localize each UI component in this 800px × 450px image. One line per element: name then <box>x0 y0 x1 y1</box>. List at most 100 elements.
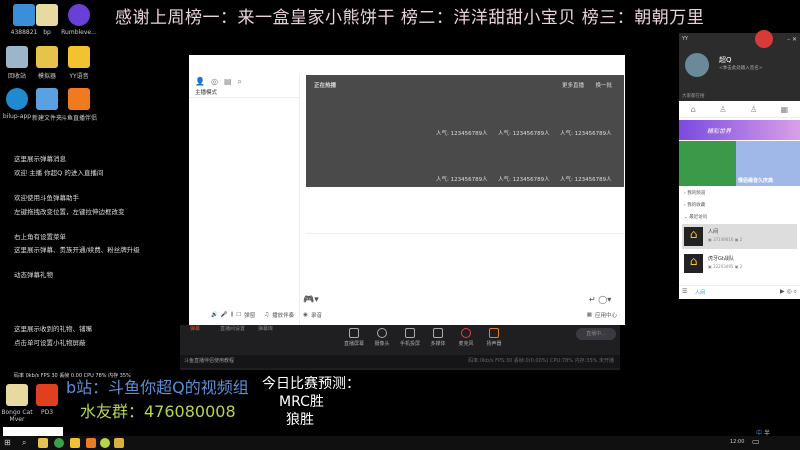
desktop-icon[interactable]: YY语音 <box>57 46 101 80</box>
record-icon[interactable]: ◉ <box>303 312 308 318</box>
overlay-line: 欢迎 主播 你超Q 的进入直播间 <box>14 169 104 177</box>
equalizer-icon[interactable]: ⫼ <box>231 312 234 319</box>
bilibili-text: b站：斗鱼你超Q的视频组 <box>66 378 249 397</box>
window-controls[interactable]: – ✕ <box>787 36 797 43</box>
tool-media[interactable]: 多媒体 <box>424 328 452 347</box>
accompaniment-label[interactable]: 播放伴奏 <box>272 311 294 319</box>
recent-item[interactable]: ⌂ 人间 ▣ 37149016 ▣ 2 <box>682 224 797 249</box>
bottom-toolbar: 🔊 🎤 ⫼ ☐ 弹窗 ♫ 播放伴奏 ◉ 录音 <box>211 311 322 320</box>
app-tab[interactable]: 弹幕 <box>190 325 200 332</box>
tool-screen[interactable]: 直播屏幕 <box>340 328 368 347</box>
search-icon[interactable]: ⌕ <box>238 77 242 87</box>
channel-meta: ▣ 37149016 ▣ 2 <box>708 237 743 242</box>
location-icon[interactable]: ◎ <box>211 77 218 87</box>
explorer-icon[interactable] <box>38 438 48 448</box>
tool-camera[interactable]: 摄像头 <box>368 328 396 347</box>
popularity: 人气: 123456789人 <box>436 131 488 137</box>
channel-name: 人间 <box>708 229 719 235</box>
app-center-label: 应用中心 <box>594 313 617 319</box>
gamepad-icon[interactable]: 🎮▾ <box>303 295 319 305</box>
menu-channels[interactable]: › 我的频道 <box>684 190 705 196</box>
popularity: 人气: 123456789人 <box>560 177 612 183</box>
overlay-line: 这里展示收到的礼物、铺嘴 <box>14 325 92 333</box>
tool-phone[interactable]: 手机投屏 <box>396 328 424 347</box>
contact-tab-icon[interactable]: ♙ <box>750 105 757 114</box>
record-label[interactable]: 录音 <box>311 311 322 319</box>
active-app-icon[interactable] <box>114 438 124 448</box>
channel-meta: ▣ 22203495 ▣ 2 <box>708 264 743 269</box>
promo-image[interactable]: 情侣缘音久庆典 <box>736 141 800 186</box>
app-icon[interactable] <box>100 438 110 448</box>
app-tab[interactable]: 直播间设置 <box>220 325 245 332</box>
search-hint[interactable]: 大家都在搜 <box>682 93 705 99</box>
signature[interactable]: <季击此处输入签名> <box>719 65 763 71</box>
apps-tab-icon[interactable]: ▦ <box>781 105 789 114</box>
overlay-line: 点击单可设置小礼物屏蔽 <box>14 339 86 347</box>
menu-recent[interactable]: ⌄ 最近访问 <box>684 214 707 220</box>
home-tab-icon[interactable]: ⌂ <box>691 105 696 114</box>
overlay-line: 欢迎使用斗鱼弹幕助手 <box>14 194 79 202</box>
notice[interactable]: 斗鱼直播伴侣使用教程 <box>184 357 234 364</box>
tool-speaker[interactable]: 扬声器 <box>480 328 508 347</box>
user-icon[interactable]: 👤 <box>195 77 205 87</box>
popup-icon[interactable]: ☐ <box>236 312 241 318</box>
menu-icon[interactable]: ☰ <box>682 288 687 295</box>
menu-favorites[interactable]: › 我的收藏 <box>684 202 705 208</box>
tool-mic[interactable]: 麦克风 <box>452 328 480 347</box>
start-live-button[interactable]: 直播中... <box>576 328 616 340</box>
panel-footer: ☰ 人间 ▶ ◎ ⌕ <box>679 285 800 299</box>
promo-image[interactable] <box>679 141 736 186</box>
channel-name: 虎牙Gt战队 <box>708 256 734 262</box>
tool-label: 扬声器 <box>486 341 502 347</box>
desktop-icon[interactable]: 斗鱼直播伴侣 <box>57 88 101 122</box>
icon-label: 模拟器 <box>37 73 56 80</box>
avatar[interactable] <box>685 53 709 77</box>
douyu-icon[interactable] <box>86 438 96 448</box>
app-name: YY <box>682 36 689 42</box>
desktop-icon[interactable]: PD3 <box>25 384 69 416</box>
popularity: 人气: 123456789人 <box>498 177 550 183</box>
search-icon[interactable]: ⌕ <box>22 438 26 448</box>
overlay-line: 这里展示弹幕消息 <box>14 155 66 163</box>
notification-icon[interactable]: ▭ <box>752 437 760 446</box>
channel-logo: ⌂ <box>684 227 703 246</box>
overlay-line: 动态弹幕礼物 <box>14 271 53 279</box>
more-live-link[interactable]: 更多直播 <box>562 81 584 89</box>
promo-banner[interactable]: 精彩世界 <box>679 120 800 140</box>
record-badge-icon[interactable] <box>755 30 773 48</box>
current-channel[interactable]: 人间 <box>695 289 705 296</box>
clock[interactable]: 12:00 <box>730 439 744 445</box>
footer-icons[interactable]: ▶ ◎ ⌕ <box>780 288 797 296</box>
app-status: 码率:0kb/s FPS:30 丢帧:0(0.00%) CPU:78% 内存:3… <box>468 358 614 364</box>
send-options-icon[interactable]: ↵ ◯▾ <box>589 295 611 304</box>
popup-label[interactable]: 弹窗 <box>244 311 255 319</box>
grid-icon: ▦ <box>586 312 592 318</box>
refresh-link[interactable]: 换一批 <box>595 81 612 89</box>
banner-title: 精彩世界 <box>707 128 732 135</box>
app-tab[interactable]: 弹幕库 <box>258 325 273 332</box>
desktop-icon[interactable]: Rumbleve... <box>57 4 101 36</box>
book-icon[interactable]: ▤ <box>224 77 232 87</box>
popularity: 人气: 123456789人 <box>498 131 550 137</box>
overlay-line: 右上角有设置菜单 <box>14 233 66 241</box>
friend-tab-icon[interactable]: ♙ <box>719 105 726 114</box>
app-center-button[interactable]: ▦ 应用中心 <box>587 311 617 319</box>
streaming-app: 弹幕 直播间设置 弹幕库 直播屏幕 摄像头 手机投屏 多媒体 麦克风 扬声器 直… <box>180 325 620 370</box>
mini-window[interactable] <box>3 427 63 436</box>
overlay-line: 左键拖拽改变位置，左键拉伸边框改变 <box>14 208 125 216</box>
start-button[interactable]: ⊞ <box>4 439 11 447</box>
menu-label: 最近访问 <box>689 215 708 220</box>
prediction-1: MRC胜 <box>279 394 324 410</box>
volume-icon[interactable]: 🔊 <box>211 312 218 318</box>
recent-item[interactable]: ⌂ 虎牙Gt战队 ▣ 22203495 ▣ 2 <box>682 251 797 276</box>
panel-tabs: ⌂ ♙ ♙ ▦ <box>679 101 800 118</box>
left-toolbar: 👤 ◎ ▤ ⌕ <box>195 77 242 87</box>
wechat-icon[interactable] <box>54 438 64 448</box>
mic-icon[interactable]: 🎤 <box>221 312 228 318</box>
yy-panel: YY – ✕ 超Q <季击此处输入签名> 大家都在搜 ⌂ ♙ ♙ ▦ 精彩世界 情侣缘… <box>679 30 800 299</box>
taskbar: ⊞ ⌕ 12:00 ▭ <box>0 436 800 450</box>
chat-window: 👤 ◎ ▤ ⌕ 主播模式 正在热播 更多直播 换一批 人气: 123456789人 人… <box>189 55 625 325</box>
yy-icon[interactable] <box>70 438 80 448</box>
mode-label[interactable]: 主播模式 <box>195 88 217 96</box>
music-icon[interactable]: ♫ <box>264 312 269 318</box>
